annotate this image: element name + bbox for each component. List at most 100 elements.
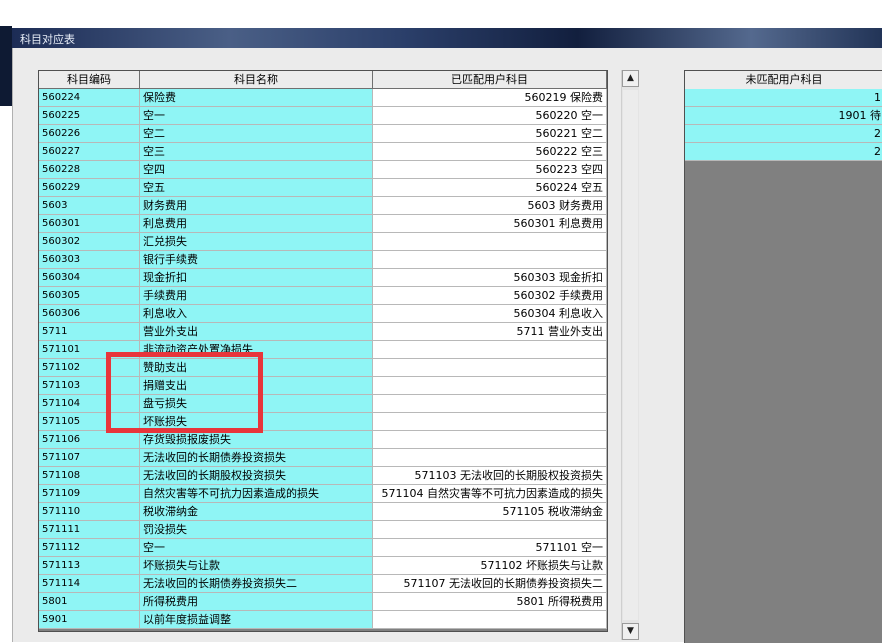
matched-account-cell[interactable] [373, 413, 607, 431]
account-name-cell[interactable]: 以前年度损益调整 [140, 611, 373, 629]
table-row[interactable]: 571110 税收滞纳金 571105 税收滞纳金 [39, 503, 607, 521]
matched-account-cell[interactable]: 571107 无法收回的长期债券投资损失二 [373, 575, 607, 593]
matched-account-cell[interactable] [373, 431, 607, 449]
matched-account-cell[interactable]: 5603 财务费用 [373, 197, 607, 215]
account-code-cell[interactable]: 560303 [39, 251, 140, 269]
matched-account-cell[interactable]: 560220 空一 [373, 107, 607, 125]
matched-account-cell[interactable]: 560301 利息费用 [373, 215, 607, 233]
account-code-cell[interactable]: 571105 [39, 413, 140, 431]
table-row[interactable]: 560303 银行手续费 [39, 251, 607, 269]
table-row[interactable]: 571106 存货毁损报废损失 [39, 431, 607, 449]
account-code-cell[interactable]: 5901 [39, 611, 140, 629]
account-name-cell[interactable]: 非流动资产处置净损失 [140, 341, 373, 359]
account-name-cell[interactable]: 税收滞纳金 [140, 503, 373, 521]
account-code-cell[interactable]: 571107 [39, 449, 140, 467]
account-name-cell[interactable]: 存货毁损报废损失 [140, 431, 373, 449]
account-code-cell[interactable]: 5711 [39, 323, 140, 341]
account-name-cell[interactable]: 空三 [140, 143, 373, 161]
account-code-cell[interactable]: 560305 [39, 287, 140, 305]
unmatched-account-row[interactable]: 1901 待 [685, 107, 882, 125]
matched-account-cell[interactable]: 560223 空四 [373, 161, 607, 179]
matched-account-cell[interactable]: 5711 营业外支出 [373, 323, 607, 341]
account-code-cell[interactable]: 571102 [39, 359, 140, 377]
account-code-cell[interactable]: 571112 [39, 539, 140, 557]
account-name-cell[interactable]: 盘亏损失 [140, 395, 373, 413]
matched-account-cell[interactable]: 560221 空二 [373, 125, 607, 143]
table-row[interactable]: 571102 赞助支出 [39, 359, 607, 377]
table-row[interactable]: 560306 利息收入 560304 利息收入 [39, 305, 607, 323]
unmatched-account-row[interactable]: 1 [685, 89, 882, 107]
column-header-unmatched[interactable]: 未匹配用户科目 [685, 71, 882, 90]
table-row[interactable]: 560304 现金折扣 560303 现金折扣 [39, 269, 607, 287]
table-row[interactable]: 560225 空一 560220 空一 [39, 107, 607, 125]
matched-account-cell[interactable]: 571105 税收滞纳金 [373, 503, 607, 521]
account-code-cell[interactable]: 5801 [39, 593, 140, 611]
vertical-scrollbar[interactable]: ▲ ▼ [621, 70, 639, 640]
window-titlebar[interactable]: 科目对应表 [12, 28, 882, 48]
table-row[interactable]: 560224 保险费 560219 保险费 [39, 89, 607, 107]
account-name-cell[interactable]: 空四 [140, 161, 373, 179]
account-name-cell[interactable]: 无法收回的长期股权投资损失 [140, 467, 373, 485]
account-code-cell[interactable]: 560225 [39, 107, 140, 125]
account-code-cell[interactable]: 571110 [39, 503, 140, 521]
account-name-cell[interactable]: 现金折扣 [140, 269, 373, 287]
account-name-cell[interactable]: 利息费用 [140, 215, 373, 233]
table-row[interactable]: 560227 空三 560222 空三 [39, 143, 607, 161]
matched-account-cell[interactable]: 571104 自然灾害等不可抗力因素造成的损失 [373, 485, 607, 503]
matched-account-cell[interactable]: 571102 坏账损失与让款 [373, 557, 607, 575]
table-row[interactable]: 571111 罚没损失 [39, 521, 607, 539]
matched-account-cell[interactable]: 560222 空三 [373, 143, 607, 161]
account-name-cell[interactable]: 空五 [140, 179, 373, 197]
matched-account-cell[interactable] [373, 521, 607, 539]
account-name-cell[interactable]: 手续费用 [140, 287, 373, 305]
account-name-cell[interactable]: 坏账损失 [140, 413, 373, 431]
table-row[interactable]: 571114 无法收回的长期债券投资损失二 571107 无法收回的长期债券投资损失… [39, 575, 607, 593]
matched-account-cell[interactable] [373, 611, 607, 629]
unmatched-account-row[interactable]: 2 [685, 125, 882, 143]
matched-account-cell[interactable]: 560304 利息收入 [373, 305, 607, 323]
account-code-cell[interactable]: 560229 [39, 179, 140, 197]
account-code-cell[interactable]: 571106 [39, 431, 140, 449]
scroll-thumb[interactable] [623, 90, 638, 620]
matched-account-cell[interactable] [373, 449, 607, 467]
account-name-cell[interactable]: 汇兑损失 [140, 233, 373, 251]
account-code-cell[interactable]: 560224 [39, 89, 140, 107]
account-name-cell[interactable]: 营业外支出 [140, 323, 373, 341]
table-row[interactable]: 560301 利息费用 560301 利息费用 [39, 215, 607, 233]
table-row[interactable]: 571108 无法收回的长期股权投资损失 571103 无法收回的长期股权投资损失 [39, 467, 607, 485]
account-name-cell[interactable]: 捐赠支出 [140, 377, 373, 395]
matched-account-cell[interactable]: 571101 空一 [373, 539, 607, 557]
account-code-cell[interactable]: 560306 [39, 305, 140, 323]
account-code-cell[interactable]: 560228 [39, 161, 140, 179]
account-code-cell[interactable]: 571108 [39, 467, 140, 485]
table-row[interactable]: 560229 空五 560224 空五 [39, 179, 607, 197]
account-name-cell[interactable]: 赞助支出 [140, 359, 373, 377]
account-name-cell[interactable]: 坏账损失与让款 [140, 557, 373, 575]
account-name-cell[interactable]: 空一 [140, 539, 373, 557]
matched-account-cell[interactable]: 5801 所得税费用 [373, 593, 607, 611]
table-row[interactable]: 5711 营业外支出 5711 营业外支出 [39, 323, 607, 341]
table-row[interactable]: 571103 捐赠支出 [39, 377, 607, 395]
account-name-cell[interactable]: 自然灾害等不可抗力因素造成的损失 [140, 485, 373, 503]
account-code-cell[interactable]: 560301 [39, 215, 140, 233]
table-row[interactable]: 571104 盘亏损失 [39, 395, 607, 413]
table-row[interactable]: 5801 所得税费用 5801 所得税费用 [39, 593, 607, 611]
account-code-cell[interactable]: 571111 [39, 521, 140, 539]
table-row[interactable]: 560228 空四 560223 空四 [39, 161, 607, 179]
column-header-matched[interactable]: 已匹配用户科目 [373, 71, 607, 89]
account-code-cell[interactable]: 571114 [39, 575, 140, 593]
account-code-cell[interactable]: 560304 [39, 269, 140, 287]
table-row[interactable]: 560305 手续费用 560302 手续费用 [39, 287, 607, 305]
account-name-cell[interactable]: 利息收入 [140, 305, 373, 323]
account-code-cell[interactable]: 560302 [39, 233, 140, 251]
matched-account-cell[interactable]: 560303 现金折扣 [373, 269, 607, 287]
matched-account-cell[interactable]: 560219 保险费 [373, 89, 607, 107]
matched-account-cell[interactable] [373, 251, 607, 269]
account-code-cell[interactable]: 571101 [39, 341, 140, 359]
table-row[interactable]: 571105 坏账损失 [39, 413, 607, 431]
account-code-cell[interactable]: 571103 [39, 377, 140, 395]
matched-account-cell[interactable]: 571103 无法收回的长期股权投资损失 [373, 467, 607, 485]
matched-account-cell[interactable] [373, 395, 607, 413]
scroll-up-icon[interactable]: ▲ [622, 70, 639, 87]
account-name-cell[interactable]: 无法收回的长期债券投资损失二 [140, 575, 373, 593]
